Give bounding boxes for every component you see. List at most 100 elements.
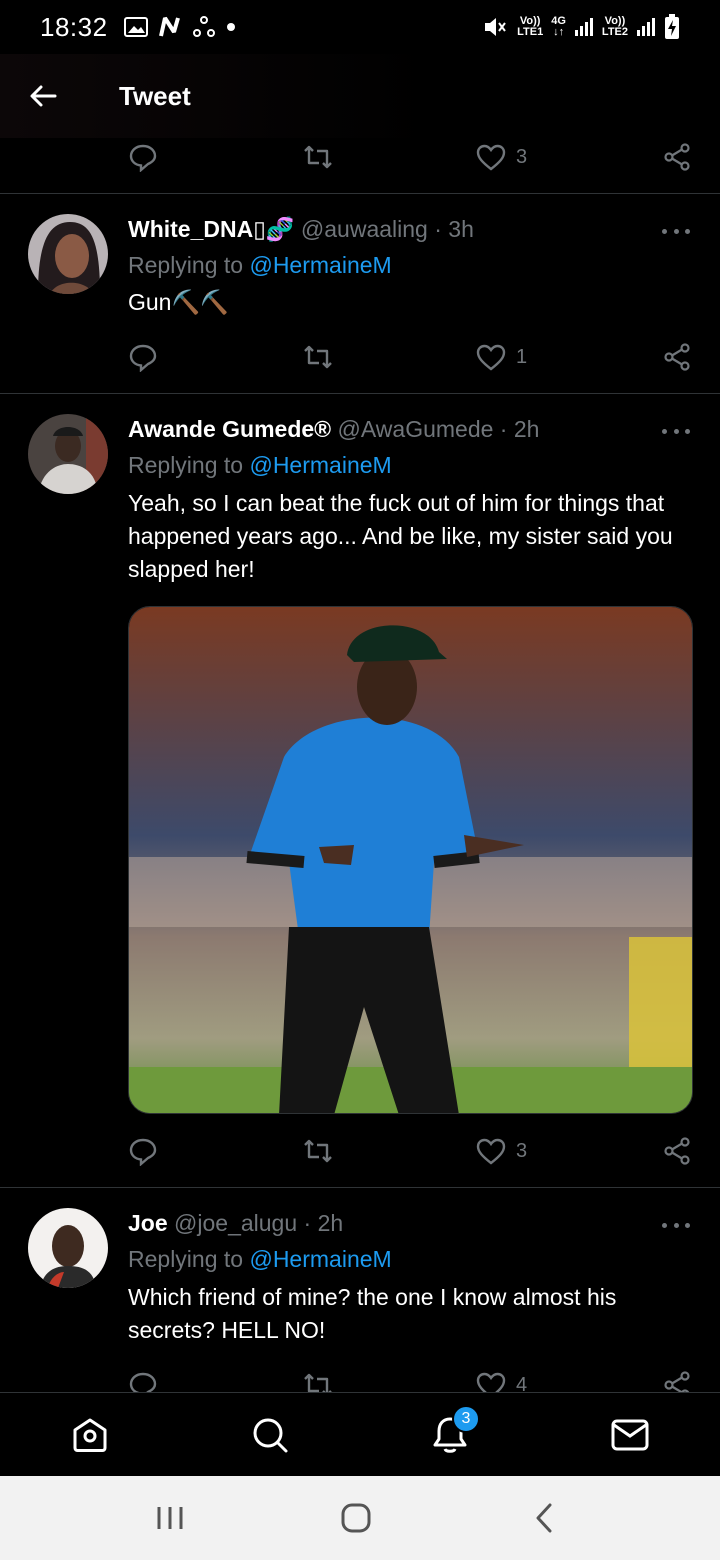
dot-icon — [226, 23, 235, 31]
recent-apps-button[interactable] — [120, 1476, 220, 1560]
nav-search[interactable] — [220, 1393, 320, 1477]
status-bar: 18:32 Vo)) LTE1 4G ↓↑ Vo)) LTE2 — [0, 0, 720, 54]
like-count: 1 — [516, 345, 528, 368]
retweet-icon — [304, 345, 332, 369]
retweet-icon — [304, 1139, 332, 1163]
avatar-image — [28, 414, 108, 494]
more-options-button[interactable] — [662, 1215, 690, 1235]
back-system-button[interactable] — [494, 1476, 594, 1560]
share-icon — [664, 343, 690, 371]
gallery-icon — [123, 17, 148, 37]
like-button[interactable]: 3 — [476, 132, 527, 182]
signal-icon — [637, 18, 655, 36]
home-system-button[interactable] — [306, 1476, 406, 1560]
replying-to: Replying to @HermaineM — [128, 252, 392, 278]
media-photo — [129, 607, 692, 1113]
mention-link[interactable]: @HermaineM — [249, 252, 391, 278]
mail-icon — [611, 1419, 649, 1451]
heart-icon — [476, 344, 506, 371]
like-button[interactable]: 4 — [476, 1360, 527, 1392]
replying-to: Replying to @HermaineM — [128, 452, 392, 478]
reply-icon — [129, 1138, 157, 1166]
tweet-text: Which friend of mine? the one I know alm… — [128, 1284, 617, 1343]
network-lte2: Vo)) LTE2 — [601, 15, 628, 38]
share-button[interactable] — [662, 1360, 692, 1392]
reply-button[interactable] — [128, 332, 158, 382]
search-icon — [253, 1418, 288, 1453]
home-circle-icon — [341, 1503, 371, 1533]
like-count: 3 — [516, 1139, 528, 1162]
heart-icon — [476, 1372, 506, 1392]
share-button[interactable] — [662, 1126, 692, 1176]
mute-icon — [485, 18, 506, 36]
reply-icon — [129, 344, 157, 372]
handle-and-time: @joe_alugu · 2h — [174, 1210, 344, 1236]
avatar[interactable] — [28, 214, 108, 294]
chevron-left-icon — [536, 1503, 552, 1533]
share-icon — [664, 143, 690, 171]
display-name[interactable]: Joe — [128, 1210, 168, 1236]
handle-and-time: @AwaGumede · 2h — [337, 416, 540, 442]
arrow-left-icon — [30, 85, 57, 107]
reply-button[interactable] — [128, 1126, 158, 1176]
tweet-header: Awande Gumede® @AwaGumede · 2h — [128, 416, 660, 443]
retweet-button[interactable] — [302, 332, 334, 382]
tweet-actions: 4 — [0, 1360, 720, 1392]
system-navigation-bar — [0, 1476, 720, 1560]
like-button[interactable]: 1 — [476, 332, 527, 382]
nav-messages[interactable] — [580, 1393, 680, 1477]
reply-button[interactable] — [128, 1360, 158, 1392]
network-lte1: Vo)) LTE1 — [517, 15, 544, 38]
retweet-button[interactable] — [302, 1126, 334, 1176]
more-options-button[interactable] — [662, 421, 690, 441]
page-title: Tweet — [119, 80, 191, 111]
sync-icon — [192, 16, 215, 37]
signal-icon — [574, 18, 593, 36]
tweet-actions: 3 — [0, 1126, 720, 1176]
nav-home[interactable] — [40, 1393, 140, 1477]
display-name[interactable]: Awande Gumede® — [128, 416, 331, 442]
tweet-header: Joe @joe_alugu · 2h — [128, 1210, 660, 1237]
mention-link[interactable]: @HermaineM — [249, 452, 391, 478]
back-button[interactable] — [0, 54, 86, 138]
tweet-text: Yeah, so I can beat the fuck out of him … — [128, 490, 673, 582]
mention-link[interactable]: @HermaineM — [249, 1246, 391, 1272]
tweet-media-image[interactable] — [128, 606, 693, 1114]
retweet-icon — [304, 1373, 332, 1392]
top-app-bar: Tweet — [0, 54, 720, 138]
share-icon — [664, 1371, 690, 1392]
retweet-icon — [304, 145, 332, 169]
more-options-button[interactable] — [662, 221, 690, 241]
tweet-text: Gun⛏️⛏️ — [128, 289, 229, 315]
reply-icon — [129, 144, 157, 172]
avatar-image — [28, 214, 108, 294]
heart-icon — [476, 144, 506, 171]
replying-to: Replying to @HermaineM — [128, 1246, 392, 1272]
reply-icon — [129, 1372, 157, 1392]
notification-badge: 3 — [452, 1405, 480, 1433]
battery-charging-icon — [665, 14, 679, 39]
like-button[interactable]: 3 — [476, 1126, 527, 1176]
share-button[interactable] — [662, 332, 692, 382]
share-button[interactable] — [662, 132, 692, 182]
retweet-button[interactable] — [302, 1360, 334, 1392]
reply-button[interactable] — [128, 132, 158, 182]
retweet-button[interactable] — [302, 132, 334, 182]
recents-icon — [157, 1507, 183, 1529]
avatar[interactable] — [28, 1208, 108, 1288]
home-icon — [73, 1418, 107, 1452]
nav-notifications[interactable]: 3 — [400, 1393, 500, 1477]
share-icon — [664, 1137, 690, 1165]
status-time: 18:32 — [40, 11, 108, 42]
display-name[interactable]: White_DNA▯🧬 — [128, 216, 295, 242]
heart-icon — [476, 1138, 506, 1165]
avatar-image — [28, 1208, 108, 1288]
network-4g: 4G ↓↑ — [551, 15, 566, 38]
tweet-actions: 3 — [0, 132, 720, 182]
like-count: 4 — [516, 1373, 528, 1393]
like-count: 3 — [516, 145, 528, 168]
avatar[interactable] — [28, 414, 108, 494]
tweet-actions: 1 — [0, 332, 720, 382]
bottom-navigation: 3 — [0, 1392, 720, 1476]
tweet-header: White_DNA▯🧬 @auwaaling · 3h — [128, 216, 660, 243]
